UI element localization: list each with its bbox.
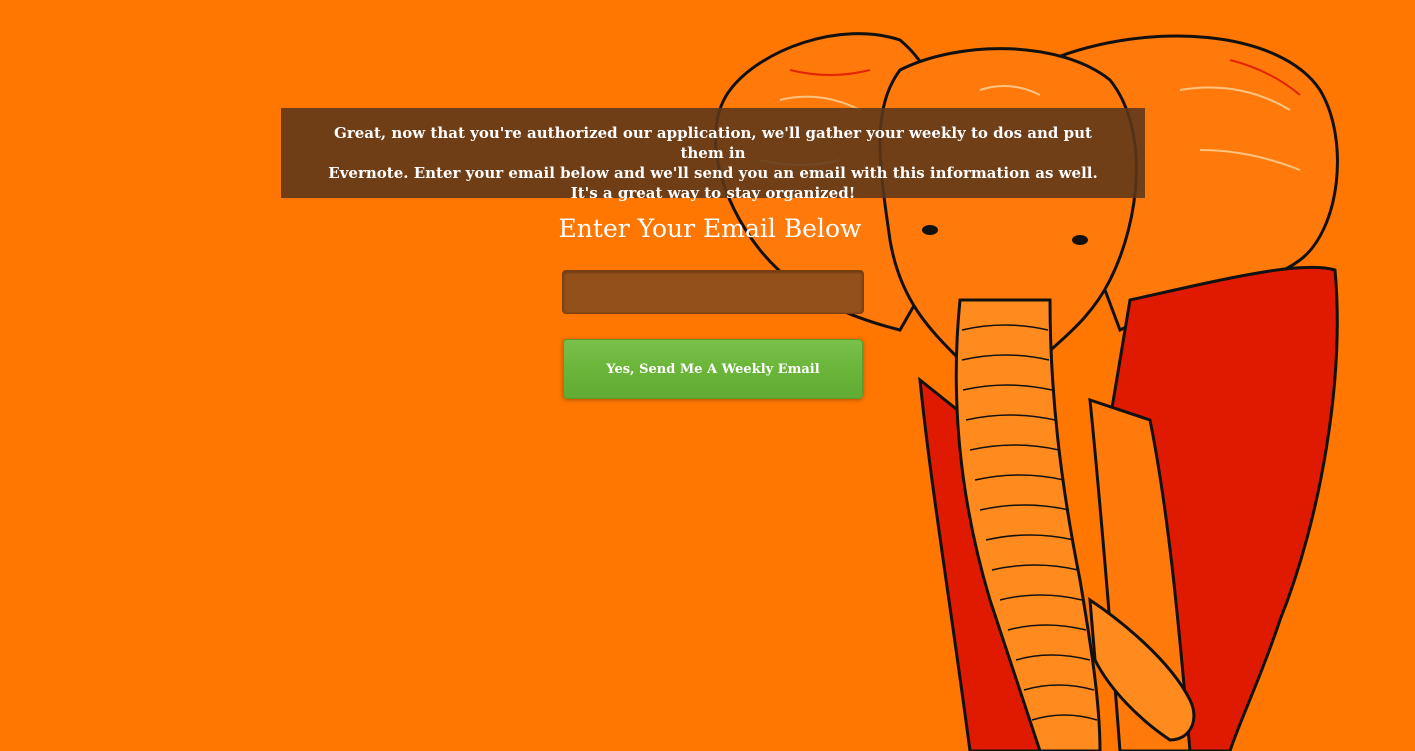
page: Great, now that you're authorized our ap… [0, 0, 1415, 751]
send-weekly-email-button[interactable]: Yes, Send Me A Weekly Email [563, 339, 863, 399]
banner-text-line-3: It's a great way to stay organized! [570, 184, 856, 202]
banner-text-line-1: Great, now that you're authorized our ap… [334, 124, 1092, 162]
banner-text-line-2: Evernote. Enter your email below and we'… [328, 164, 1098, 182]
info-banner: Great, now that you're authorized our ap… [281, 108, 1145, 202]
email-heading: Enter Your Email Below [558, 214, 862, 243]
email-input[interactable] [562, 270, 864, 314]
